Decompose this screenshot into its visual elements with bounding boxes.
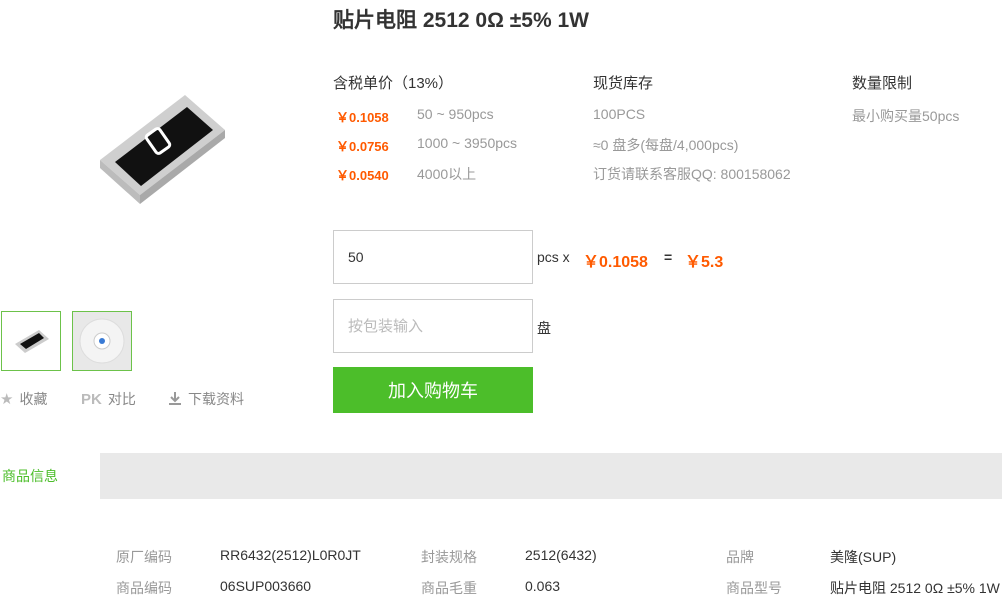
total-price: ￥5.3 [685,254,724,271]
add-to-cart-button[interactable]: 加入购物车 [333,367,533,413]
compare-label: 对比 [107,391,136,407]
tier-price: ￥0.1058 [336,110,389,125]
compare-button[interactable]: PK 对比 [81,389,136,409]
spec-value: 2512(6432) [525,547,597,563]
tab-product-info[interactable]: 商品信息 [0,453,100,499]
tier-price: ￥0.0540 [336,168,389,183]
thumbnail-chip[interactable] [1,311,61,371]
stock-contact: 订货请联系客服QQ: 800158062 [593,166,791,182]
thumbnail-reel[interactable] [72,311,132,371]
product-title: 贴片电阻 2512 0Ω ±5% 1W [333,9,589,32]
tier-price: ￥0.0756 [336,139,389,154]
stock-header: 现货库存 [593,75,654,92]
pk-icon: PK [81,390,102,408]
equals-sign: = [664,249,673,265]
limit-header: 数量限制 [852,75,913,92]
spec-value: 0.063 [525,578,561,594]
star-icon: ★ [0,391,14,408]
download-button[interactable]: 下载资料 [168,389,244,409]
spec-label: 商品型号 [726,580,782,596]
stock-quantity: 100PCS [593,106,646,122]
reel-unit: 盘 [537,320,551,336]
product-main-image [95,90,230,210]
package-input[interactable] [333,299,533,353]
stock-reel-info: ≈0 盘多(每盘/4,000pcs) [593,137,739,153]
price-header: 含税单价（13%） [333,75,454,92]
spec-label: 封装规格 [421,549,477,565]
tier-range: 4000以上 [417,166,477,182]
tier-range: 50 ~ 950pcs [417,106,494,122]
spec-label: 商品编码 [116,580,172,596]
tab-bar [0,453,1002,499]
spec-label: 品牌 [726,549,754,565]
download-icon [168,391,182,408]
favorite-button[interactable]: ★ 收藏 [0,389,47,409]
tier-range: 1000 ~ 3950pcs [417,135,518,151]
pcs-multiplier: pcs x [537,249,570,265]
download-label: 下载资料 [188,391,244,407]
favorite-label: 收藏 [19,391,48,407]
spec-label: 商品毛重 [421,580,477,596]
unit-price: ￥0.1058 [583,254,648,271]
spec-label: 原厂编码 [116,549,172,565]
quantity-input[interactable] [333,230,533,284]
spec-value: RR6432(2512)L0R0JT [220,547,361,563]
spec-value: 06SUP003660 [220,578,312,594]
spec-value: 贴片电阻 2512 0Ω ±5% 1W [830,580,1000,596]
min-purchase: 最小购买量50pcs [852,108,960,124]
spec-value: 美隆(SUP) [830,549,897,565]
